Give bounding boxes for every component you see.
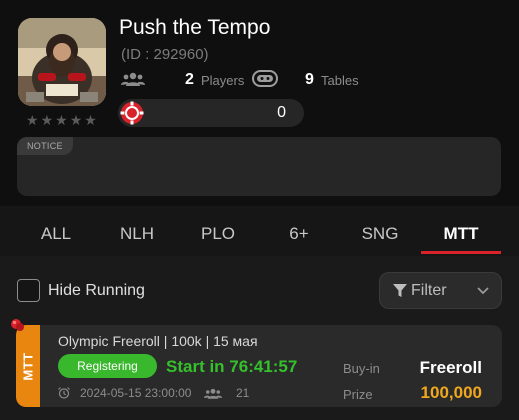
club-id: (ID : 292960) bbox=[121, 46, 209, 63]
tab-nlh[interactable]: NLH bbox=[120, 224, 154, 244]
star-icon: ★ bbox=[26, 112, 39, 128]
tab-6plus[interactable]: 6+ bbox=[289, 224, 308, 244]
star-icon: ★ bbox=[55, 112, 68, 128]
tables-label: Tables bbox=[321, 73, 359, 88]
club-stats: 2 Players 9 Tables bbox=[121, 70, 421, 88]
hide-running-checkbox[interactable] bbox=[17, 279, 40, 302]
star-icon: ★ bbox=[69, 112, 83, 128]
notice-label: NOTICE bbox=[17, 137, 73, 155]
chip-value: 0 bbox=[277, 104, 286, 121]
game-type-label: MTT bbox=[20, 351, 36, 381]
tables-count: 9 bbox=[305, 71, 314, 88]
tab-sng[interactable]: SNG bbox=[362, 224, 399, 244]
filter-label: Filter bbox=[411, 282, 447, 299]
club-header: ★ ★ ★ ★ ★ Push the Tempo (ID : 292960) 2… bbox=[0, 0, 519, 205]
poker-chip-icon bbox=[120, 101, 144, 125]
tab-plo[interactable]: PLO bbox=[201, 224, 235, 244]
chip-balance-bar[interactable]: 0 bbox=[118, 99, 304, 127]
buyin-label: Buy-in bbox=[343, 361, 380, 376]
club-avatar[interactable] bbox=[18, 18, 106, 106]
tournament-datetime: 2024-05-15 23:00:00 bbox=[80, 386, 192, 400]
tables-icon bbox=[252, 70, 278, 87]
chevron-down-icon bbox=[477, 287, 489, 295]
filter-dropdown[interactable]: Filter bbox=[379, 272, 502, 309]
status-badge: Registering bbox=[58, 354, 157, 378]
pin-icon bbox=[11, 319, 24, 331]
club-name: Push the Tempo bbox=[119, 16, 271, 39]
players-label: Players bbox=[201, 73, 245, 88]
buyin-value: Freeroll bbox=[419, 358, 482, 377]
funnel-icon bbox=[393, 284, 407, 297]
star-icon: ★ bbox=[84, 112, 97, 128]
rating-stars: ★ ★ ★ ★ ★ bbox=[26, 113, 97, 127]
tournament-card[interactable]: MTT Olympic Freeroll | 100k | 15 мая Reg… bbox=[16, 325, 502, 407]
tab-mtt[interactable]: MTT bbox=[444, 224, 479, 244]
tab-all[interactable]: ALL bbox=[41, 224, 71, 244]
players-icon bbox=[204, 388, 222, 399]
active-tab-indicator bbox=[421, 251, 501, 254]
tournament-title: Olympic Freeroll | 100k | 15 мая bbox=[58, 333, 258, 349]
alarm-clock-icon bbox=[58, 387, 70, 399]
notice-box: NOTICE bbox=[17, 137, 501, 196]
players-icon bbox=[121, 72, 145, 86]
players-count: 2 bbox=[185, 71, 194, 88]
hide-running-label[interactable]: Hide Running bbox=[48, 282, 145, 300]
game-type-tabs: ALL NLH PLO 6+ SNG MTT bbox=[0, 206, 519, 256]
prize-label: Prize bbox=[343, 387, 373, 402]
prize-value: 100,000 bbox=[420, 383, 482, 402]
star-icon: ★ bbox=[40, 112, 54, 128]
start-countdown: Start in 76:41:57 bbox=[166, 357, 298, 376]
tournament-meta: 2024-05-15 23:00:00 21 bbox=[58, 386, 318, 402]
entrants-count: 21 bbox=[236, 386, 250, 400]
